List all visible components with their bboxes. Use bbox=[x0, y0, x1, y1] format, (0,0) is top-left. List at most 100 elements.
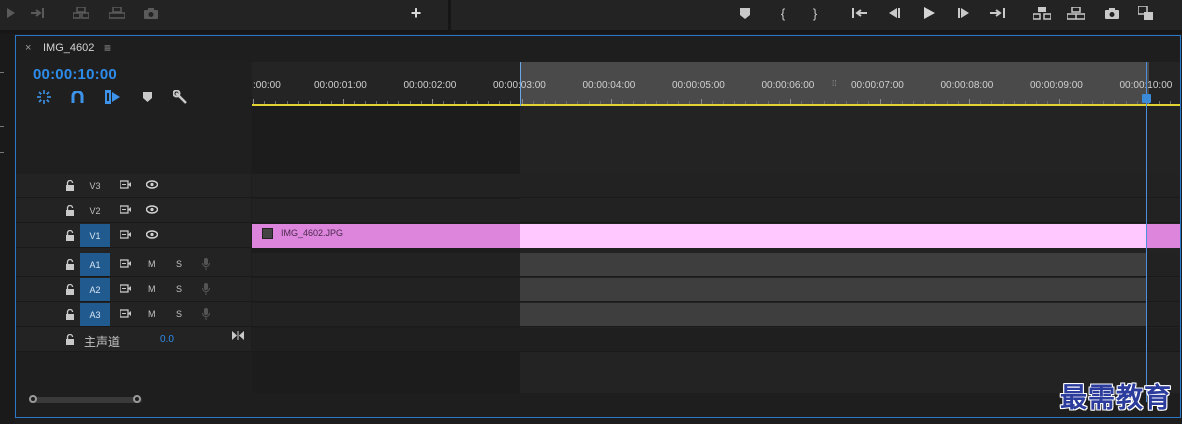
track-header-a3[interactable]: A3 M S bbox=[16, 303, 251, 327]
lock-icon[interactable] bbox=[65, 180, 75, 191]
track-name-v3[interactable]: V3 bbox=[80, 174, 110, 197]
solo-button[interactable]: S bbox=[176, 284, 182, 294]
track-name-a1[interactable]: A1 bbox=[80, 253, 110, 276]
ruler-tick-label: :00:00 bbox=[253, 80, 281, 91]
ruler-tick bbox=[891, 101, 892, 104]
mute-button[interactable]: M bbox=[148, 309, 156, 319]
track-name-v1[interactable]: V1 bbox=[80, 224, 110, 247]
export-frame-icon[interactable] bbox=[1101, 0, 1123, 26]
track-header-v1[interactable]: V1 bbox=[16, 224, 251, 248]
ruler-tick bbox=[398, 101, 399, 104]
ruler-tick bbox=[544, 101, 545, 104]
microphone-icon[interactable] bbox=[202, 283, 210, 297]
zoom-handle-left[interactable] bbox=[29, 395, 37, 403]
compare-view-icon[interactable] bbox=[1135, 0, 1157, 26]
add-marker-icon[interactable] bbox=[139, 90, 155, 104]
playhead-timecode[interactable]: 00:00:10:00 bbox=[33, 66, 117, 83]
playhead-handle[interactable] bbox=[1142, 94, 1151, 103]
ruler-tick bbox=[1003, 101, 1004, 104]
insert-icon[interactable] bbox=[70, 0, 92, 26]
toggle-sync-lock-icon[interactable] bbox=[119, 205, 131, 216]
sequence-tab-title[interactable]: IMG_4602 bbox=[43, 42, 94, 54]
eye-icon[interactable] bbox=[145, 205, 159, 216]
track-header-v2[interactable]: V2 bbox=[16, 199, 251, 223]
nest-icon[interactable] bbox=[36, 90, 52, 104]
ruler-tick bbox=[264, 101, 265, 104]
playhead-line[interactable] bbox=[1146, 62, 1147, 402]
ruler-tick bbox=[868, 101, 869, 104]
linked-selection-icon[interactable] bbox=[104, 90, 120, 104]
lock-icon[interactable] bbox=[65, 259, 75, 270]
ruler-tick bbox=[790, 99, 791, 104]
go-to-end-icon[interactable] bbox=[232, 331, 244, 342]
zoom-handle-right[interactable] bbox=[133, 395, 141, 403]
add-button-icon[interactable]: + bbox=[405, 0, 427, 26]
track-header-v3[interactable]: V3 bbox=[16, 174, 251, 198]
step-forward-icon[interactable] bbox=[953, 0, 975, 26]
close-tab-icon[interactable]: × bbox=[25, 42, 31, 54]
microphone-icon[interactable] bbox=[202, 258, 210, 272]
go-to-in-icon[interactable] bbox=[848, 0, 870, 26]
wrench-icon[interactable] bbox=[172, 90, 188, 104]
ruler-tick bbox=[633, 101, 634, 104]
panel-menu-icon[interactable]: ≡ bbox=[104, 41, 111, 55]
ruler-tick bbox=[678, 101, 679, 104]
mute-button[interactable]: M bbox=[148, 259, 156, 269]
step-back-icon[interactable] bbox=[883, 0, 905, 26]
ruler-tick bbox=[287, 101, 288, 104]
mark-in-icon[interactable]: { bbox=[772, 0, 794, 26]
export-frame-icon[interactable] bbox=[140, 0, 162, 26]
toggle-sync-lock-icon[interactable] bbox=[119, 284, 131, 295]
track-name-a3[interactable]: A3 bbox=[80, 303, 110, 326]
ruler-tick bbox=[331, 101, 332, 104]
eye-icon[interactable] bbox=[145, 230, 159, 241]
track-header-master[interactable]: 主声道 0.0 bbox=[16, 328, 251, 352]
extract-icon[interactable] bbox=[1065, 0, 1087, 26]
ruler-tick bbox=[812, 101, 813, 104]
add-marker-icon[interactable] bbox=[734, 0, 756, 26]
lock-icon[interactable] bbox=[65, 205, 75, 216]
lane-v2[interactable] bbox=[252, 199, 1180, 223]
mark-out-icon[interactable]: } bbox=[804, 0, 826, 26]
toggle-sync-lock-icon[interactable] bbox=[119, 230, 131, 241]
master-volume-value[interactable]: 0.0 bbox=[160, 334, 174, 345]
play-icon[interactable] bbox=[0, 0, 22, 26]
lock-icon[interactable] bbox=[65, 334, 75, 345]
ruler-tick bbox=[801, 101, 802, 104]
solo-button[interactable]: S bbox=[176, 309, 182, 319]
lock-icon[interactable] bbox=[65, 309, 75, 320]
lift-icon[interactable] bbox=[1031, 0, 1053, 26]
snap-icon[interactable] bbox=[69, 90, 85, 104]
ruler-tick bbox=[1025, 101, 1026, 104]
master-track-label: 主声道 bbox=[84, 335, 121, 349]
clip-tail[interactable] bbox=[1147, 224, 1180, 248]
toolbar-divider bbox=[448, 0, 451, 30]
track-name-a2[interactable]: A2 bbox=[80, 278, 110, 301]
toggle-sync-lock-icon[interactable] bbox=[119, 259, 131, 270]
go-to-out-icon[interactable] bbox=[28, 0, 50, 26]
ruler-tick bbox=[454, 101, 455, 104]
microphone-icon[interactable] bbox=[202, 308, 210, 322]
lane-master[interactable] bbox=[252, 328, 1180, 352]
ruler-handle-icon[interactable]: ⁞⁞ bbox=[832, 79, 836, 88]
overwrite-icon[interactable] bbox=[106, 0, 128, 26]
zoom-scrollbar[interactable] bbox=[29, 397, 142, 403]
eye-icon[interactable] bbox=[145, 180, 159, 191]
lane-v3[interactable] bbox=[252, 174, 1180, 198]
ruler-tick bbox=[432, 99, 433, 104]
ruler-tick bbox=[1036, 101, 1037, 104]
ruler-tick-label: 00:00:04:00 bbox=[582, 80, 636, 91]
track-header-a2[interactable]: A2 M S bbox=[16, 278, 251, 302]
track-name-v2[interactable]: V2 bbox=[80, 199, 110, 222]
clip-selected-region[interactable] bbox=[520, 224, 1147, 248]
mute-button[interactable]: M bbox=[148, 284, 156, 294]
lock-icon[interactable] bbox=[65, 284, 75, 295]
track-header-a1[interactable]: A1 M S bbox=[16, 253, 251, 277]
toggle-sync-lock-icon[interactable] bbox=[119, 309, 131, 320]
ruler-tick bbox=[443, 101, 444, 104]
lock-icon[interactable] bbox=[65, 230, 75, 241]
solo-button[interactable]: S bbox=[176, 259, 182, 269]
play-icon[interactable] bbox=[918, 0, 940, 26]
go-to-out-icon[interactable] bbox=[987, 0, 1009, 26]
toggle-sync-lock-icon[interactable] bbox=[119, 180, 131, 191]
